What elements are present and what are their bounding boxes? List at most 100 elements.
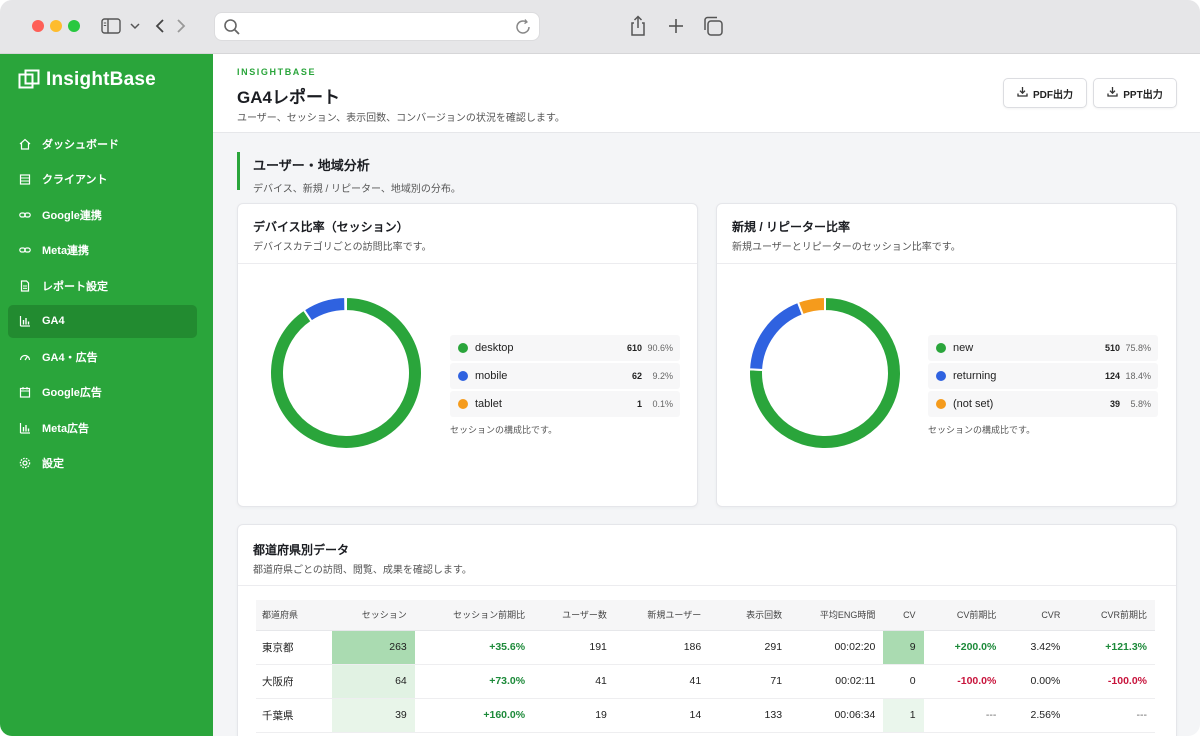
legend-value: 610	[626, 343, 642, 353]
sidebar-item-google-link[interactable]: Google連携	[8, 198, 197, 231]
device-donut-chart	[269, 295, 423, 450]
donut-slice-mobile[interactable]	[302, 295, 347, 323]
sidebar-item-ga4[interactable]: GA4	[8, 304, 197, 338]
card-header: 新規 / リピーター比率 新規ユーザーとリピーターのセッション比率です。	[717, 204, 1176, 264]
sidebar-item-label: Meta広告	[42, 422, 90, 435]
users-cell: 191	[533, 630, 615, 665]
close-window-button[interactable]	[32, 20, 44, 32]
chevron-down-icon[interactable]	[128, 14, 142, 38]
sidebar-item-google-ads[interactable]: Google広告	[8, 376, 197, 409]
avg-engagement-cell: 00:02:11	[790, 664, 884, 699]
legend-percent: 75.8%	[1125, 343, 1151, 353]
column-header[interactable]: 都道府県	[256, 600, 332, 631]
legend-dot	[936, 343, 946, 353]
reload-icon[interactable]	[514, 18, 532, 41]
sessions-cell: 39	[332, 698, 415, 733]
column-header[interactable]: CVR	[1004, 600, 1069, 631]
legend-item: new 510 75.8%	[928, 335, 1158, 361]
legend-dot	[936, 399, 946, 409]
tabs-overview-icon[interactable]	[701, 14, 725, 38]
sessions-cell: 263	[332, 630, 415, 665]
cv-cell: 1	[883, 698, 924, 733]
new-tab-icon[interactable]	[666, 14, 686, 38]
donut-slice-tablet[interactable]	[344, 295, 347, 313]
sidebar-item-ga4-ads[interactable]: GA4・広告	[8, 340, 197, 373]
column-header[interactable]: CVR前期比	[1068, 600, 1155, 631]
share-icon[interactable]	[627, 14, 649, 38]
sidebar-item-meta-ads[interactable]: Meta広告	[8, 411, 197, 444]
legend-percent: 9.2%	[652, 371, 673, 381]
column-header[interactable]: セッション	[332, 600, 415, 631]
cvr-cell: 0.00%	[1004, 664, 1069, 699]
maximize-window-button[interactable]	[68, 20, 80, 32]
users-cell: 41	[533, 664, 615, 699]
device-ratio-card: デバイス比率（セッション） デバイスカテゴリごとの訪問比率です。 desktop…	[237, 203, 698, 507]
column-header[interactable]: セッション前期比	[414, 600, 534, 631]
ppt-export-button[interactable]: PPT出力	[1093, 78, 1177, 108]
prefecture-cell: 東京都	[256, 630, 332, 665]
section-heading: ユーザー・地域分析 デバイス、新規 / リピーター、地域別の分布。	[237, 152, 461, 195]
cvr-cell: 3.42%	[1004, 630, 1069, 665]
sidebar-toggle-icon[interactable]	[100, 14, 122, 38]
sessions-change-cell: +160.0%	[414, 698, 534, 733]
pdf-export-button[interactable]: PDF出力	[1003, 78, 1087, 108]
legend-label: mobile	[475, 370, 508, 382]
legend-percent: 0.1%	[652, 399, 673, 409]
column-header[interactable]: 平均ENG時間	[790, 600, 884, 631]
sidebar-item-label: Google広告	[42, 387, 102, 399]
users-cell: 19	[533, 698, 615, 733]
bar-chart-icon	[18, 314, 32, 328]
address-bar[interactable]	[214, 12, 540, 41]
sidebar-item-label: Google連携	[42, 209, 102, 222]
forward-icon[interactable]	[174, 14, 188, 38]
sidebar-item-settings[interactable]: 設定	[8, 447, 197, 480]
app-name: InsightBase	[46, 69, 156, 90]
legend-item: mobile 62 9.2%	[450, 363, 680, 389]
legend-value: 39	[1109, 399, 1120, 409]
donut-slice-not-set[interactable]	[796, 295, 826, 317]
column-header[interactable]: 新規ユーザー	[614, 600, 710, 631]
legend-item: desktop 610 90.6%	[450, 335, 680, 361]
new-users-cell: 14	[614, 698, 710, 733]
card-subtitle: 新規ユーザーとリピーターのセッション比率です。	[732, 242, 961, 253]
card-title: デバイス比率（セッション）	[253, 220, 409, 234]
avg-engagement-cell: 00:02:20	[790, 630, 884, 665]
cvr-cell: 2.56%	[1004, 698, 1069, 733]
sidebar-item-dashboard[interactable]: ダッシュボード	[8, 127, 197, 160]
column-header[interactable]: 表示回数	[709, 600, 791, 631]
brand-label: INSIGHTBASE	[237, 67, 317, 77]
back-icon[interactable]	[153, 14, 167, 38]
sidebar-item-clients[interactable]: クライアント	[8, 163, 197, 196]
column-header[interactable]: CV	[883, 600, 924, 631]
cv-change-cell: +200.0%	[923, 630, 1005, 665]
sidebar-item-label: ダッシュボード	[42, 138, 119, 151]
legend-label: returning	[953, 370, 997, 382]
legend-note: セッションの構成比です。	[450, 425, 558, 435]
cv-cell: 9	[883, 630, 924, 665]
sidebar-item-report-settings[interactable]: レポート設定	[8, 269, 197, 302]
sidebar-item-label: GA4	[42, 315, 65, 327]
home-icon	[18, 137, 32, 151]
donut-slice-returning[interactable]	[748, 300, 805, 372]
ppt-export-label: PPT出力	[1123, 89, 1163, 101]
minimize-window-button[interactable]	[50, 20, 62, 32]
device-legend: desktop 610 90.6% mobile 62 9.2% tablet …	[450, 335, 680, 436]
sidebar-item-meta-link[interactable]: Meta連携	[8, 234, 197, 267]
sidebar-item-label: クライアント	[42, 174, 108, 186]
cvr-change-cell: +121.3%	[1068, 630, 1155, 665]
gauge-icon	[18, 350, 32, 364]
building-icon	[18, 172, 32, 186]
gear-icon	[18, 456, 32, 470]
donut-slice-desktop[interactable]	[269, 295, 423, 450]
legend-note: セッションの構成比です。	[928, 425, 1036, 435]
column-header[interactable]: ユーザー数	[533, 600, 615, 631]
legend-label: (not set)	[953, 398, 994, 410]
cv-cell: 0	[883, 664, 924, 699]
sessions-change-cell: +35.6%	[414, 630, 534, 665]
column-header[interactable]: CV前期比	[923, 600, 1005, 631]
sidebar-item-label: Meta連携	[42, 245, 90, 257]
card-header: デバイス比率（セッション） デバイスカテゴリごとの訪問比率です。	[238, 204, 697, 264]
app-logo[interactable]: InsightBase	[18, 69, 156, 91]
table-row: 大阪府 64 +73.0% 41 41 71 00:02:11 0 -100.0…	[256, 664, 1155, 699]
section-title: ユーザー・地域分析	[253, 158, 370, 173]
